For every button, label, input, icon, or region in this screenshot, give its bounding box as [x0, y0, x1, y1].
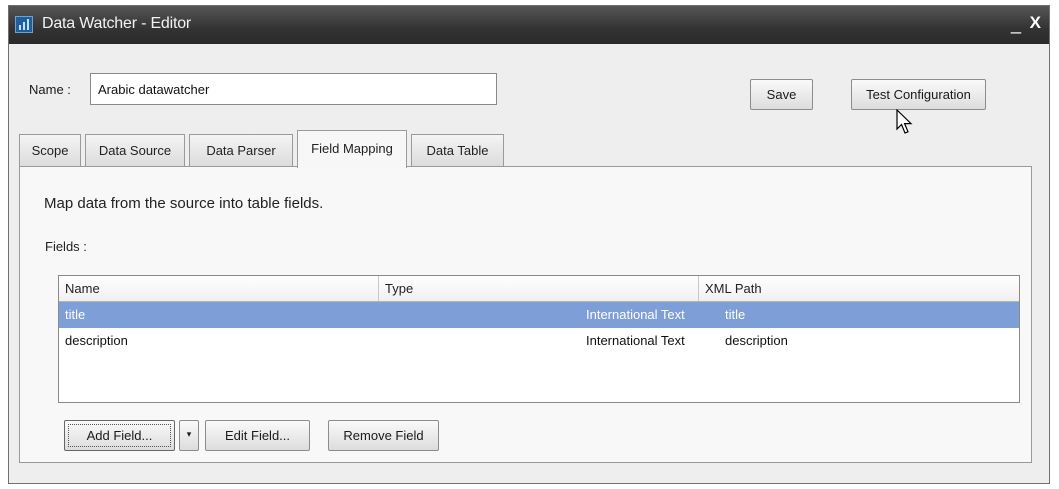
close-button[interactable]: X	[1030, 13, 1041, 33]
fields-table: Name Type XML Path title International T…	[58, 275, 1020, 403]
column-header-xml-path[interactable]: XML Path	[699, 276, 1019, 301]
add-field-dropdown-button[interactable]: ▾	[179, 420, 199, 451]
table-header: Name Type XML Path	[59, 276, 1019, 302]
cell-xml-path: title	[725, 307, 746, 322]
edit-field-button[interactable]: Edit Field...	[205, 420, 310, 451]
name-label: Name :	[29, 82, 71, 97]
test-configuration-button[interactable]: Test Configuration	[851, 79, 986, 110]
name-input[interactable]	[90, 73, 497, 105]
minimize-button[interactable]: _	[1011, 14, 1021, 35]
add-field-button[interactable]: Add Field...	[64, 420, 175, 451]
fields-label: Fields :	[45, 239, 87, 254]
instruction-text: Map data from the source into table fiel…	[44, 195, 324, 212]
tab-data-parser[interactable]: Data Parser	[189, 134, 293, 166]
column-header-name[interactable]: Name	[59, 276, 379, 301]
editor-window: Data Watcher - Editor _ X Name : Save Te…	[8, 5, 1050, 484]
cell-type: International Text	[586, 307, 685, 322]
mouse-pointer-icon	[896, 109, 913, 134]
column-header-type[interactable]: Type	[379, 276, 699, 301]
remove-field-button[interactable]: Remove Field	[328, 420, 439, 451]
cell-xml-path: description	[725, 333, 788, 348]
focus-ring	[68, 424, 171, 447]
table-row[interactable]: description International Text descripti…	[59, 328, 1019, 354]
tab-data-source[interactable]: Data Source	[85, 134, 185, 166]
cell-name: description	[65, 333, 128, 348]
save-button[interactable]: Save	[750, 79, 813, 110]
cell-type: International Text	[586, 333, 685, 348]
table-row[interactable]: title International Text title	[59, 302, 1019, 328]
cell-name: title	[65, 307, 86, 322]
tab-scope[interactable]: Scope	[19, 134, 81, 166]
tab-data-table[interactable]: Data Table	[411, 134, 504, 166]
app-chart-icon	[15, 16, 33, 33]
title-bar[interactable]: Data Watcher - Editor _ X	[9, 6, 1049, 44]
field-mapping-panel: Map data from the source into table fiel…	[19, 166, 1032, 463]
tab-field-mapping[interactable]: Field Mapping	[297, 130, 407, 168]
window-title: Data Watcher - Editor	[42, 15, 192, 32]
